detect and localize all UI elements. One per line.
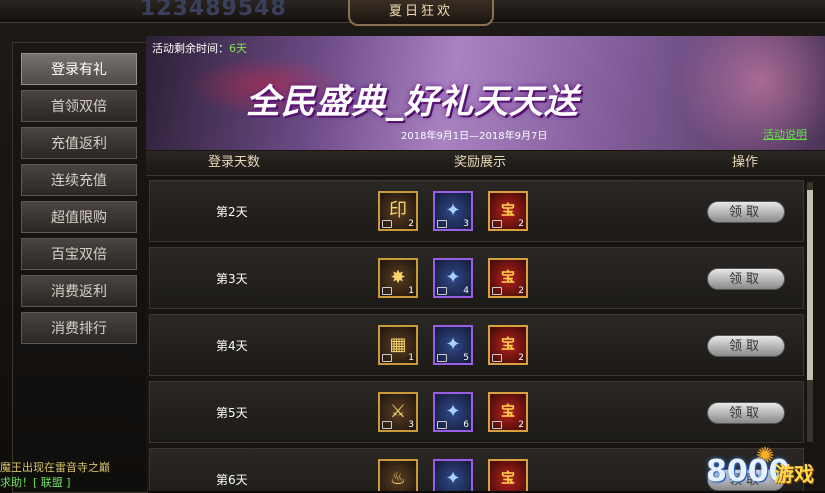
banner-slogan: 全民盛典_好礼天天送 <box>246 82 579 122</box>
list-scrollbar[interactable] <box>807 182 813 442</box>
treasure-bag-icon[interactable]: 宝 <box>488 459 528 491</box>
window-title: 夏日狂欢 <box>348 0 494 26</box>
bind-lock-icon <box>492 354 502 362</box>
header-rewards: 奖励展示 <box>454 155 507 170</box>
sidebar-item-continuous-recharge[interactable]: 连续充值 <box>21 164 137 196</box>
claim-button[interactable]: 领取 <box>707 402 785 424</box>
table-row: 第5天 ⚔ 3 ✦ 6 宝2 领取 <box>149 381 804 443</box>
item-count: 1 <box>408 286 414 296</box>
bind-lock-icon <box>492 220 502 228</box>
event-date-range: 2018年9月1日—2018年9月7日 <box>401 131 548 142</box>
row-day: 第4天 <box>216 339 248 353</box>
treasure-bag-icon[interactable]: 宝2 <box>488 392 528 432</box>
header-action: 操作 <box>732 155 759 170</box>
table-row: 第2天 印2 ✦ 3 宝2 领取 <box>149 180 804 242</box>
bind-lock-icon <box>437 421 447 429</box>
bind-lock-icon <box>492 421 502 429</box>
item-count: 2 <box>518 353 524 363</box>
item-count: 1 <box>408 353 414 363</box>
bind-lock-icon <box>437 287 447 295</box>
main-panel: 活动剩余时间：6天 全民盛典_好礼天天送 2018年9月1日—2018年9月7日… <box>146 36 825 491</box>
sidebar-item-recharge-rebate[interactable]: 充值返利 <box>21 127 137 159</box>
bind-lock-icon <box>382 287 392 295</box>
claim-button[interactable]: 领取 <box>707 268 785 290</box>
scrollbar-thumb[interactable] <box>807 190 813 380</box>
sidebar-item-boss-double[interactable]: 首领双倍 <box>21 90 137 122</box>
bind-lock-icon <box>382 421 392 429</box>
treasure-chest-icon[interactable]: ▦ 1 <box>378 325 418 365</box>
bind-lock-icon <box>382 354 392 362</box>
sidebar-item-treasure-double[interactable]: 百宝双倍 <box>21 238 137 270</box>
bind-lock-icon <box>437 220 447 228</box>
item-count: 2 <box>408 219 414 229</box>
treasure-bag-icon[interactable]: 宝2 <box>488 191 528 231</box>
game-window: 123489548 夏日狂欢 登录有礼 首领双倍 充值返利 连续充值 超值限购 … <box>0 0 825 493</box>
blue-crystal-icon[interactable]: ✦ 6 <box>433 392 473 432</box>
item-count: 2 <box>518 420 524 430</box>
golden-emblem-icon[interactable]: ✸ 1 <box>378 258 418 298</box>
dragon-weapon-icon[interactable]: ⚔ 3 <box>378 392 418 432</box>
sidebar-item-login-gift[interactable]: 登录有礼 <box>21 53 137 85</box>
chat-line: 魔王出现在雷音寺之巅 <box>0 461 110 474</box>
item-count: 6 <box>463 420 469 430</box>
chat-line: 求助！[ 联盟 ] <box>0 476 71 489</box>
bind-lock-icon <box>382 220 392 228</box>
item-count: 3 <box>408 420 414 430</box>
header-login-days: 登录天数 <box>208 155 261 170</box>
treasure-bag-icon[interactable]: 宝2 <box>488 258 528 298</box>
item-count: 3 <box>463 219 469 229</box>
logo-text: 游戏 <box>774 462 814 486</box>
golden-pot-icon[interactable]: ♨ <box>378 459 418 491</box>
row-day: 第6天 <box>216 473 248 487</box>
item-count: 5 <box>463 353 469 363</box>
site-logo: ✺ 8000 游戏 <box>700 440 825 491</box>
table-row: 第3天 ✸ 1 ✦ 4 宝2 领取 <box>149 247 804 309</box>
table-row: 第4天 ▦ 1 ✦ 5 宝2 领取 <box>149 314 804 376</box>
bind-lock-icon <box>492 287 502 295</box>
item-count: 2 <box>518 286 524 296</box>
blue-crystal-icon[interactable]: ✦ <box>433 459 473 491</box>
background-counter: 123489548 <box>140 0 287 21</box>
seal-scroll-icon[interactable]: 印2 <box>378 191 418 231</box>
chat-overlay: 魔王出现在雷音寺之巅 求助！[ 联盟 ] <box>0 460 146 491</box>
claim-button[interactable]: 领取 <box>707 201 785 223</box>
event-banner: 活动剩余时间：6天 全民盛典_好礼天天送 2018年9月1日—2018年9月7日… <box>146 36 825 150</box>
row-day: 第2天 <box>216 205 248 219</box>
bind-lock-icon <box>437 354 447 362</box>
treasure-bag-icon[interactable]: 宝2 <box>488 325 528 365</box>
sidebar-item-limited-purchase[interactable]: 超值限购 <box>21 201 137 233</box>
blue-crystal-icon[interactable]: ✦ 3 <box>433 191 473 231</box>
blue-crystal-icon[interactable]: ✦ 4 <box>433 258 473 298</box>
remaining-time-label: 活动剩余时间： <box>152 42 229 55</box>
claim-button[interactable]: 领取 <box>707 335 785 357</box>
item-count: 4 <box>463 286 469 296</box>
blue-crystal-icon[interactable]: ✦ 5 <box>433 325 473 365</box>
remaining-days: 6天 <box>229 42 247 55</box>
event-explain-link[interactable]: 活动说明 <box>763 126 807 142</box>
sidebar-item-spend-ranking[interactable]: 消费排行 <box>21 312 137 344</box>
sidebar: 登录有礼 首领双倍 充值返利 连续充值 超值限购 百宝双倍 消费返利 消费排行 <box>12 42 148 493</box>
table-header: 登录天数 奖励展示 操作 <box>146 151 825 176</box>
sidebar-item-spend-rebate[interactable]: 消费返利 <box>21 275 137 307</box>
row-day: 第3天 <box>216 272 248 286</box>
remaining-time: 活动剩余时间：6天 <box>152 40 247 56</box>
item-count: 2 <box>518 219 524 229</box>
row-day: 第5天 <box>216 406 248 420</box>
